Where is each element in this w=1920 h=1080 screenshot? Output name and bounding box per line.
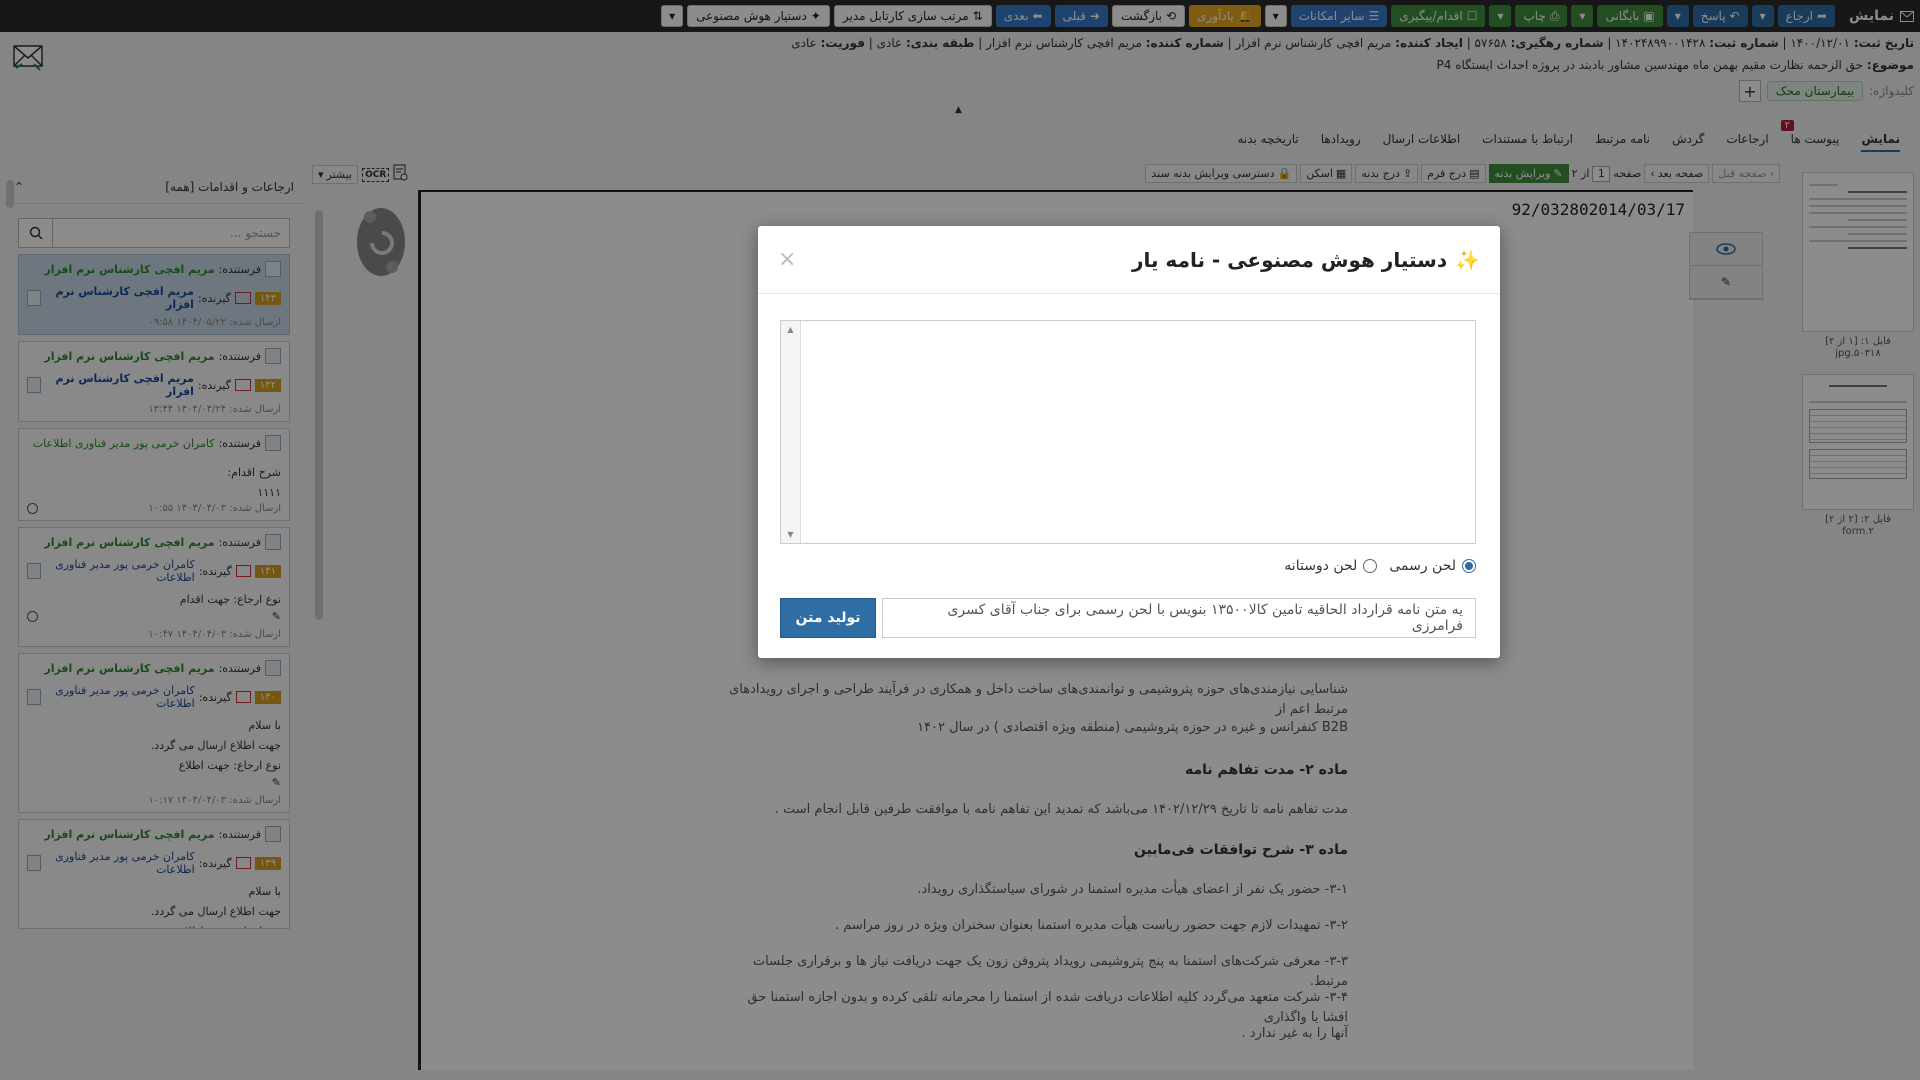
generate-text-button[interactable]: تولید متن [780, 598, 876, 638]
tone-formal-label[interactable]: لحن رسمی [1389, 558, 1456, 574]
scroll-up-icon[interactable]: ▲ [781, 325, 800, 334]
prompt-row: یه متن نامه قرارداد الحاقیه تامین کالا۱۳… [780, 598, 1476, 638]
scroll-down-icon[interactable]: ▼ [781, 530, 800, 539]
tone-selector: لحن رسمی لحن دوستانه [1284, 558, 1476, 574]
modal-title: ✨ دستیار هوش مصنوعی - نامه یار [1132, 248, 1480, 272]
ai-assistant-modal: ✨ دستیار هوش مصنوعی - نامه یار × ▲ ▼ لحن… [758, 226, 1500, 658]
close-icon[interactable]: × [778, 247, 796, 272]
prompt-input[interactable]: یه متن نامه قرارداد الحاقیه تامین کالا۱۳… [882, 598, 1476, 638]
modal-title-text: دستیار هوش مصنوعی - نامه یار [1131, 247, 1448, 272]
textarea-scrollbar[interactable]: ▲ ▼ [781, 321, 801, 543]
sparkle-icon: ✨ [1455, 247, 1480, 272]
modal-header: ✨ دستیار هوش مصنوعی - نامه یار × [758, 226, 1500, 294]
generated-text-area[interactable]: ▲ ▼ [780, 320, 1476, 544]
tone-formal-radio[interactable] [1462, 559, 1476, 573]
tone-friendly-label[interactable]: لحن دوستانه [1284, 558, 1357, 574]
tone-friendly-radio[interactable] [1363, 559, 1378, 573]
